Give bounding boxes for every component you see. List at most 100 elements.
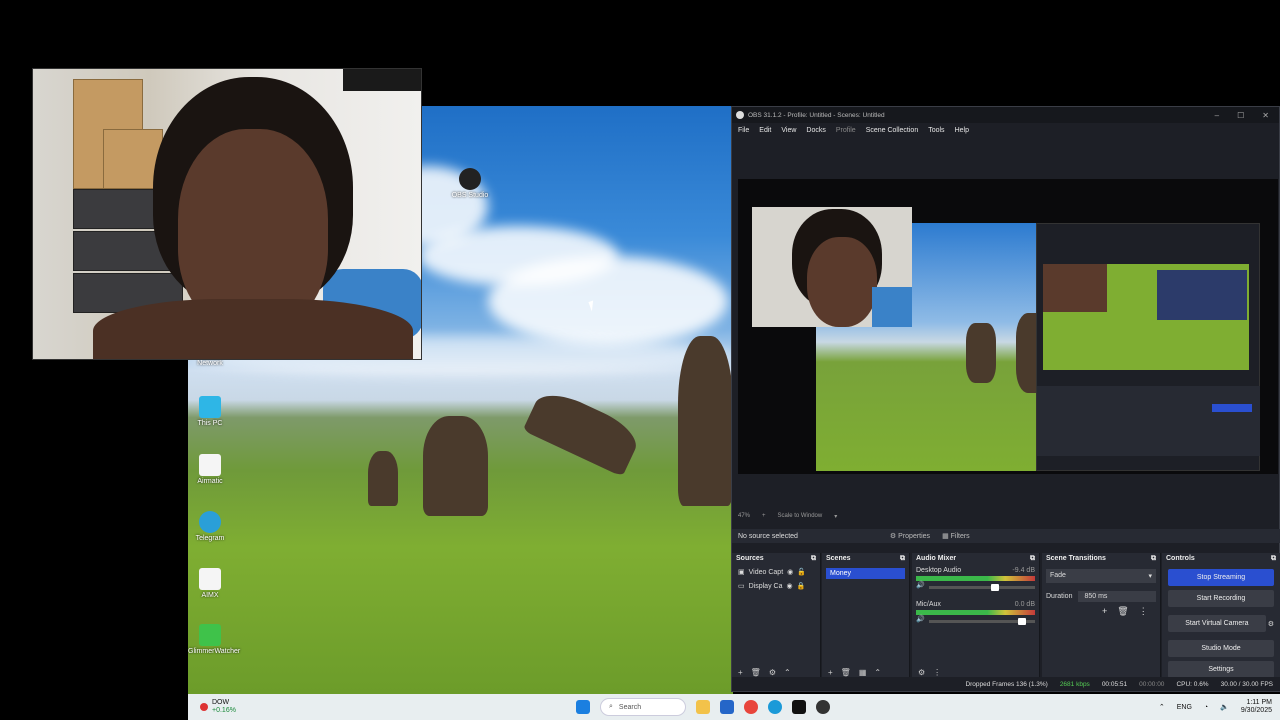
edge-icon[interactable] <box>768 700 782 714</box>
monitor-icon <box>199 396 221 418</box>
menu-docks[interactable]: Docks <box>806 127 825 134</box>
menu-profile[interactable]: Profile <box>836 127 856 134</box>
dock-title: Audio Mixer <box>916 555 957 562</box>
filters-button[interactable]: ▦ Filters <box>942 532 970 540</box>
clock-date: 9/30/2025 <box>1240 707 1272 714</box>
eye-icon[interactable]: ◉ <box>786 582 792 590</box>
windows-start-icon[interactable] <box>576 700 590 714</box>
system-tray: ⌃ ENG ◔ 🔈 1:11 PM 9/30/2025 <box>1159 699 1272 715</box>
volume-icon[interactable]: 🔈 <box>1220 703 1229 711</box>
transition-select[interactable]: Fade ▾ <box>1046 569 1156 583</box>
menu-help[interactable]: Help <box>955 127 969 134</box>
lock-icon[interactable]: 🔓 <box>797 568 806 576</box>
properties-button[interactable]: ⚙ Properties <box>890 532 930 540</box>
up-icon[interactable]: ⌃ <box>874 668 881 677</box>
clock[interactable]: 1:11 PM 9/30/2025 <box>1241 699 1272 715</box>
trash-icon[interactable]: 🗑 <box>751 668 761 677</box>
sources-dock: Sources ⧉ ▣ Video Capt ◉ 🔓 ▭ Display Ca ◉… <box>732 553 821 679</box>
preview-obs-window <box>1036 223 1260 471</box>
desktop-icon-this-pc[interactable]: This PC <box>188 396 232 427</box>
volume-knob[interactable] <box>990 584 999 591</box>
store-icon[interactable] <box>720 700 734 714</box>
plus-icon[interactable]: + <box>762 513 766 520</box>
trash-icon[interactable]: 🗑 <box>841 668 851 677</box>
chevron-down-icon[interactable]: ▾ <box>834 513 837 520</box>
up-icon[interactable]: ⌃ <box>784 668 791 677</box>
desktop-icon-aimx[interactable]: AIMX <box>188 568 232 599</box>
alert-icon <box>200 703 208 711</box>
start-virtual-camera-button[interactable]: Start Virtual Camera <box>1168 615 1266 632</box>
scene-item[interactable]: Money <box>826 568 905 579</box>
desktop-icon-network[interactable]: Network <box>188 360 232 367</box>
trash-icon[interactable]: 🗑 <box>1117 606 1128 617</box>
menu-file[interactable]: File <box>738 127 749 134</box>
desktop-icon-obs[interactable]: OBS Studio <box>448 168 492 199</box>
menu-edit[interactable]: Edit <box>759 127 771 134</box>
search-box[interactable]: ⌕ Search <box>600 698 686 716</box>
controls-dock: Controls ⧉ Stop Streaming Start Recording… <box>1162 553 1280 679</box>
lock-icon[interactable]: 🔒 <box>797 582 806 590</box>
menu-view[interactable]: View <box>781 127 796 134</box>
source-item[interactable]: ▭ Display Ca ◉ 🔒 <box>732 579 820 593</box>
desktop-icon-telegram[interactable]: Telegram <box>188 511 232 542</box>
clock-time: 1:11 PM <box>1246 699 1272 706</box>
volume-slider[interactable] <box>928 618 1035 625</box>
context-bar: No source selected ⚙ Properties ▦ Filter… <box>732 529 1280 543</box>
desktop-icon-airmatic[interactable]: Airmatic <box>188 454 232 485</box>
studio-mode-button[interactable]: Studio Mode <box>1168 640 1274 657</box>
dock-title: Sources <box>736 555 764 562</box>
volume-knob[interactable] <box>1018 618 1027 625</box>
add-icon[interactable]: + <box>738 668 743 677</box>
obs-taskbar-icon[interactable] <box>816 700 830 714</box>
app-icon <box>199 624 221 646</box>
x-icon[interactable] <box>792 700 806 714</box>
cpu-usage: CPU: 0.6% <box>1176 680 1209 688</box>
maximize-button[interactable]: ☐ <box>1237 111 1244 120</box>
settings-button[interactable]: Settings <box>1168 661 1274 678</box>
language-indicator[interactable]: ENG <box>1177 704 1192 711</box>
eye-icon[interactable]: ◉ <box>787 568 793 576</box>
menu-tools[interactable]: Tools <box>928 127 944 134</box>
dock-title: Scene Transitions <box>1046 555 1106 562</box>
close-button[interactable]: ✕ <box>1262 111 1269 120</box>
minimize-button[interactable]: – <box>1215 111 1219 120</box>
chevron-up-icon[interactable]: ⌃ <box>1159 703 1165 711</box>
channel-name: Desktop Audio <box>916 567 962 574</box>
no-source-label: No source selected <box>738 532 798 540</box>
preview-canvas[interactable] <box>738 179 1278 474</box>
add-icon[interactable]: + <box>1102 606 1107 617</box>
menu-scene-collection[interactable]: Scene Collection <box>866 127 919 134</box>
stop-streaming-button[interactable]: Stop Streaming <box>1168 569 1274 586</box>
duration-label: Duration <box>1046 593 1073 600</box>
wifi-icon[interactable]: ◔ <box>1204 704 1208 711</box>
undock-icon[interactable]: ⧉ <box>1151 555 1156 563</box>
stock-widget[interactable]: DOW +0.16% <box>188 699 308 715</box>
speaker-icon[interactable]: 🔊 <box>916 581 925 589</box>
undock-icon[interactable]: ⧉ <box>1030 555 1035 563</box>
channel-db: -9.4 dB <box>1012 567 1035 574</box>
undock-icon[interactable]: ⧉ <box>811 555 816 563</box>
mixer-channel: Mic/Aux 0.0 dB 🔊 <box>912 599 1039 625</box>
desktop-icon-glimmerwatcher[interactable]: GlimmerWatcher <box>188 624 240 655</box>
volume-slider[interactable] <box>928 584 1035 591</box>
undock-icon[interactable]: ⧉ <box>900 555 905 563</box>
speaker-icon[interactable]: 🔊 <box>916 615 925 623</box>
more-icon[interactable]: ⋮ <box>1139 606 1148 617</box>
gear-icon[interactable]: ⚙ <box>1268 620 1274 628</box>
start-recording-button[interactable]: Start Recording <box>1168 590 1274 607</box>
zoom-level[interactable]: 47% <box>738 513 750 520</box>
scene-label: Money <box>830 570 852 577</box>
dropped-frames: Dropped Frames 136 (1.3%) <box>965 680 1048 688</box>
scale-mode[interactable]: Scale to Window <box>778 513 823 520</box>
undock-icon[interactable]: ⧉ <box>1271 555 1276 563</box>
gear-icon[interactable]: ⚙ <box>918 668 925 677</box>
filter-icon[interactable]: ▦ <box>859 668 867 677</box>
chrome-icon[interactable] <box>744 700 758 714</box>
file-explorer-icon[interactable] <box>696 700 710 714</box>
stream-time: 00:05:51 <box>1101 680 1128 688</box>
add-icon[interactable]: + <box>828 668 833 677</box>
gear-icon[interactable]: ⚙ <box>769 668 776 677</box>
duration-input[interactable]: 850 ms <box>1078 591 1156 602</box>
more-icon[interactable]: ⋮ <box>933 668 941 677</box>
source-item[interactable]: ▣ Video Capt ◉ 🔓 <box>732 565 820 579</box>
